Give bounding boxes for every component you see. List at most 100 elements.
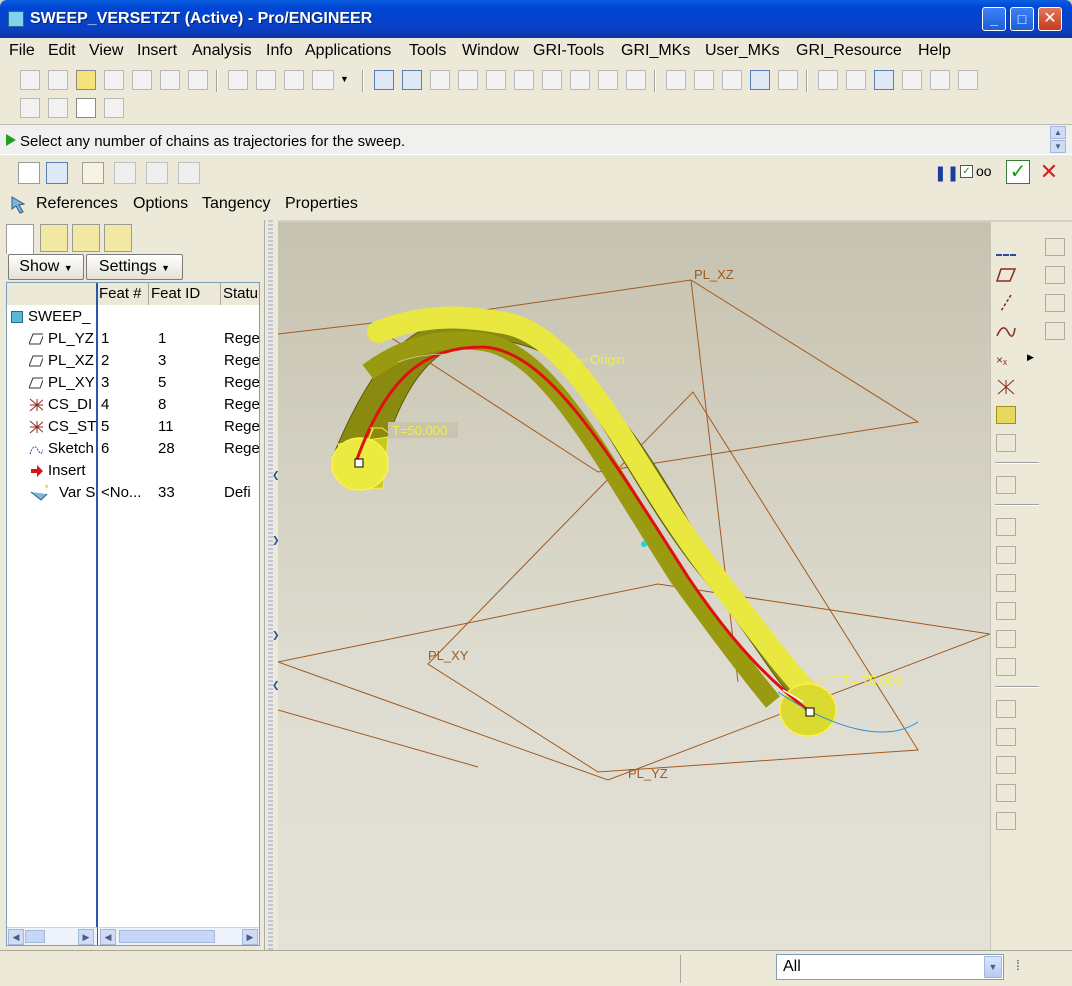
scroll-thumb[interactable] — [25, 930, 45, 943]
rib-tool-icon[interactable] — [996, 574, 1016, 592]
menu-analysis[interactable]: Analysis — [192, 42, 252, 60]
tab-references[interactable]: References — [36, 195, 118, 213]
model-tree-tab-icon[interactable] — [6, 224, 34, 254]
tree-hscroll-left[interactable]: ◀ ▶ — [7, 927, 97, 945]
menu-info[interactable]: Info — [266, 42, 293, 60]
sketch-edit-icon[interactable] — [82, 162, 104, 184]
flyout-arrow-icon[interactable]: ▶ — [1027, 352, 1034, 363]
print-icon[interactable] — [188, 70, 208, 90]
cancel-button[interactable]: ✕ — [1038, 160, 1060, 184]
remove-material-icon[interactable] — [114, 162, 136, 184]
selection-box-icon[interactable] — [312, 70, 334, 90]
scroll-left-icon[interactable]: ◀ — [8, 929, 24, 945]
datum-points-icon[interactable] — [874, 70, 894, 90]
hole-tool-icon[interactable] — [996, 518, 1016, 536]
model-tree-toggle-icon[interactable] — [778, 70, 798, 90]
menu-help[interactable]: Help — [918, 42, 951, 60]
new-file-icon[interactable] — [20, 70, 40, 90]
menu-user-mks[interactable]: User_MKs — [705, 42, 780, 60]
view-manager-icon[interactable] — [626, 70, 646, 90]
save-copy-icon[interactable] — [132, 70, 152, 90]
table-tool-icon[interactable] — [1045, 322, 1065, 340]
datum-point-tool-icon[interactable]: ×ₓ — [996, 350, 1016, 368]
mirror-tool-icon[interactable] — [996, 728, 1016, 746]
scroll-down-icon[interactable]: ▼ — [1050, 140, 1066, 153]
boundary-blend-tool-icon[interactable] — [1045, 294, 1065, 312]
analysis-tool-icon[interactable] — [996, 406, 1016, 424]
menu-file[interactable]: File — [9, 42, 35, 60]
csys-tool-icon[interactable] — [996, 378, 1016, 396]
no-hidden-icon[interactable] — [722, 70, 742, 90]
start-point-handle[interactable] — [354, 458, 364, 468]
shading-icon[interactable] — [750, 70, 770, 90]
tree-row-root[interactable]: SWEEP_ — [7, 306, 259, 328]
refit-icon[interactable] — [514, 70, 534, 90]
datum-curve-tool-icon[interactable] — [996, 322, 1016, 340]
datum-csys-icon[interactable] — [902, 70, 922, 90]
tab-tangency[interactable]: Tangency — [202, 195, 271, 213]
draft-tool-icon[interactable] — [996, 602, 1016, 620]
round-tool-icon[interactable] — [996, 630, 1016, 648]
tree-column-status[interactable]: Statu — [221, 283, 259, 305]
show-dropdown[interactable]: Show ▼ — [8, 254, 84, 280]
spin-center-icon[interactable] — [402, 70, 422, 90]
tree-hscroll-right[interactable]: ◀ ▶ — [99, 927, 259, 945]
close-window-icon[interactable] — [76, 98, 96, 118]
graphics-window[interactable]: PL_XZ PL_XY PL_YZ Origin T=50.000 T=-75.… — [278, 222, 990, 950]
selection-filter[interactable]: All ▼ — [776, 954, 1004, 980]
tree-row[interactable]: CS_DI 4 8 Rege — [7, 394, 259, 416]
hidden-line-icon[interactable] — [694, 70, 714, 90]
variable-section-icon[interactable] — [178, 162, 200, 184]
pause-icon[interactable]: ❚❚ — [934, 164, 959, 182]
resize-grip-icon[interactable]: ⁞ — [1016, 957, 1028, 979]
surface-icon[interactable] — [46, 162, 68, 184]
backup-icon[interactable] — [160, 70, 180, 90]
preview-checkbox[interactable]: ✓ — [960, 165, 973, 178]
shell-tool-icon[interactable] — [996, 546, 1016, 564]
favorites-tab-icon[interactable] — [72, 224, 100, 252]
scroll-up-icon[interactable]: ▲ — [1050, 126, 1066, 139]
datum-plane-tool-icon[interactable] — [996, 266, 1016, 284]
orient-mode-icon[interactable] — [430, 70, 450, 90]
splitter-grip[interactable] — [268, 220, 273, 950]
menu-view[interactable]: View — [89, 42, 123, 60]
context-help-icon[interactable] — [104, 98, 124, 118]
menu-window[interactable]: Window — [462, 42, 519, 60]
merge-tool-icon[interactable] — [996, 756, 1016, 774]
scroll-right-icon[interactable]: ▶ — [78, 929, 94, 945]
tab-options[interactable]: Options — [133, 195, 188, 213]
pattern-tool-icon[interactable] — [996, 812, 1016, 830]
panel-splitter[interactable]: ❮ ❯ ❯ ❮ — [264, 220, 280, 950]
end-point-handle[interactable] — [805, 707, 815, 717]
save-icon[interactable] — [104, 70, 124, 90]
t-start-label[interactable]: T=50.000 — [392, 423, 447, 438]
tree-row[interactable]: PL_XY 3 5 Rege — [7, 372, 259, 394]
menu-edit[interactable]: Edit — [48, 42, 76, 60]
tree-row-var-sweep[interactable]: * Var S <No... 33 Defi — [7, 482, 259, 504]
maximize-button[interactable]: □ — [1010, 7, 1034, 31]
solid-icon[interactable] — [18, 162, 40, 184]
thicken-icon[interactable] — [146, 162, 168, 184]
relations-icon[interactable] — [20, 98, 40, 118]
scroll-right-icon[interactable]: ▶ — [242, 929, 258, 945]
filter-dropdown-icon[interactable]: ▼ — [984, 956, 1002, 978]
selection-dropdown-icon[interactable]: ▼ — [340, 74, 349, 84]
glasses-preview-icon[interactable]: oo — [976, 163, 992, 179]
copy-tool-icon[interactable] — [996, 700, 1016, 718]
tree-column-feat-num[interactable]: Feat # — [97, 283, 149, 305]
menu-tools[interactable]: Tools — [409, 42, 446, 60]
settings-dropdown[interactable]: Settings ▼ — [86, 254, 183, 280]
tree-column-name[interactable] — [7, 283, 97, 305]
trim-tool-icon[interactable] — [996, 784, 1016, 802]
datum-axis-tool-icon[interactable] — [996, 294, 1016, 312]
variable-sweep-tool-icon[interactable] — [1045, 266, 1065, 284]
annotation-display-icon[interactable] — [958, 70, 978, 90]
revolve-tool-icon[interactable] — [1045, 238, 1065, 256]
tree-column-feat-id[interactable]: Feat ID — [149, 283, 221, 305]
wireframe-icon[interactable] — [666, 70, 686, 90]
scroll-thumb[interactable] — [119, 930, 215, 943]
menu-gri-mks[interactable]: GRI_MKs — [621, 42, 690, 60]
menu-insert[interactable]: Insert — [137, 42, 177, 60]
minimize-button[interactable]: _ — [982, 7, 1006, 31]
tree-row[interactable]: PL_YZ 1 1 Rege — [7, 328, 259, 350]
